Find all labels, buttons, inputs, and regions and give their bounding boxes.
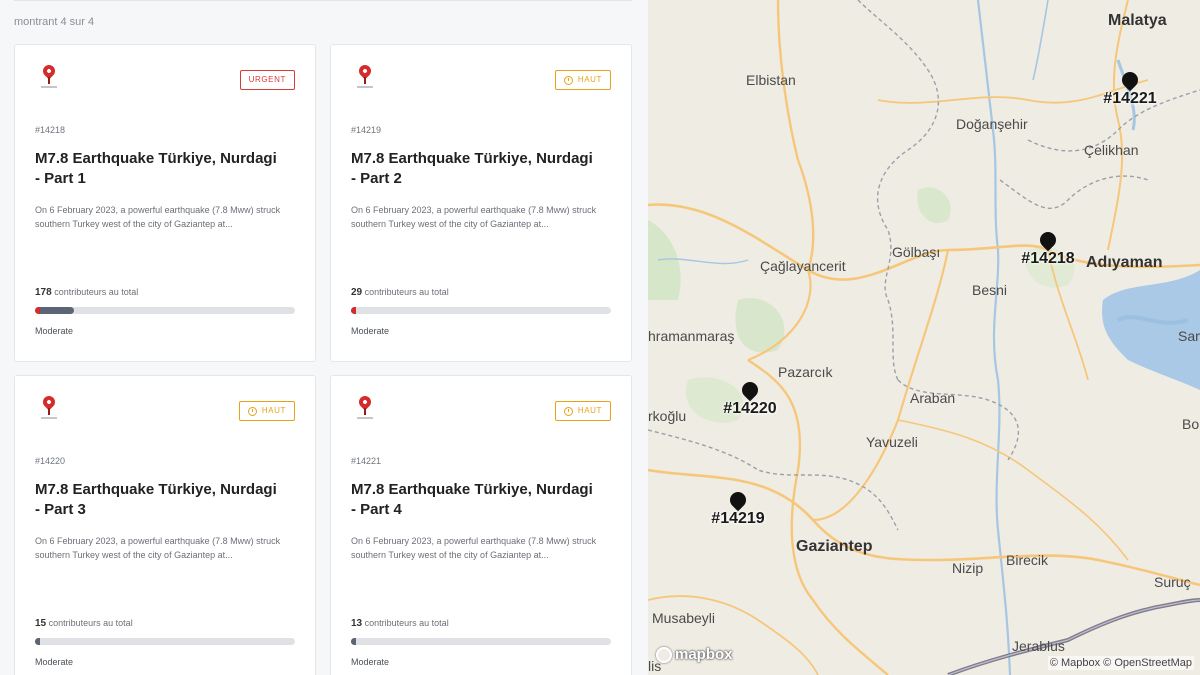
project-description: On 6 February 2023, a powerful earthquak…: [351, 536, 597, 560]
progress-bar: [35, 638, 295, 645]
mapbox-icon: [656, 646, 672, 663]
map-marker[interactable]: #14220: [720, 378, 780, 422]
progress-bar: [35, 307, 295, 314]
place-label: Gaziantep: [796, 538, 873, 555]
map-pin-icon: [738, 378, 762, 402]
progress-fill: [351, 307, 357, 314]
place-label: hramanmaraş: [648, 328, 735, 344]
project-title[interactable]: M7.8 Earthquake Türkiye, Nurdagi - Part …: [35, 149, 285, 189]
divider: [14, 0, 632, 1]
place-label: Jerablus: [1012, 638, 1065, 654]
project-card[interactable]: HAUT #14221 M7.8 Earthquake Türkiye, Nur…: [330, 375, 632, 675]
place-label: Araban: [910, 390, 956, 406]
progress-fill: [35, 638, 41, 645]
clock-icon: [563, 75, 573, 85]
map-pin-icon: [1118, 68, 1142, 92]
place-label: Çağlayancerit: [760, 258, 846, 274]
place-label: Suruç: [1154, 574, 1191, 590]
project-description: On 6 February 2023, a powerful earthquak…: [35, 536, 281, 560]
place-label: Bo: [1182, 416, 1200, 432]
place-label: Gölbaşı: [892, 244, 941, 260]
map-marker[interactable]: #14219: [708, 488, 768, 532]
project-list-panel: montrant 4 sur 4 URGENT #14218 M7.8 Eart…: [0, 0, 648, 675]
difficulty-label: Moderate: [351, 657, 390, 667]
project-card[interactable]: HAUT #14220 M7.8 Earthquake Türkiye, Nur…: [14, 375, 316, 675]
progress-fill: [35, 307, 74, 314]
project-description: On 6 February 2023, a powerful earthquak…: [35, 205, 281, 229]
results-count: montrant 4 sur 4: [14, 16, 95, 28]
organisation-logo: [355, 393, 375, 424]
progress-fill: [351, 638, 357, 645]
project-card[interactable]: URGENT #14218 M7.8 Earthquake Türkiye, N…: [14, 44, 316, 362]
priority-badge: URGENT: [239, 70, 295, 90]
project-id: #14218: [35, 125, 66, 135]
map-view[interactable]: Malatya Elbistan Doğanşehir Çelikhan Göl…: [648, 0, 1200, 675]
organisation-logo: [39, 393, 59, 424]
place-label: Yavuzeli: [866, 434, 918, 450]
place-label: Birecik: [1006, 552, 1049, 568]
map-pin-icon: [1036, 228, 1060, 252]
map-marker[interactable]: #14218: [1018, 228, 1078, 272]
difficulty-label: Moderate: [351, 326, 390, 336]
priority-badge: HAUT: [554, 401, 611, 421]
progress-bar: [351, 307, 611, 314]
organisation-logo: [355, 62, 375, 93]
difficulty-label: Moderate: [35, 326, 74, 336]
difficulty-label: Moderate: [35, 657, 74, 667]
place-label: Pazarcık: [778, 364, 833, 380]
project-card[interactable]: HAUT #14219 M7.8 Earthquake Türkiye, Nur…: [330, 44, 632, 362]
place-label: Çelikhan: [1084, 142, 1139, 158]
project-id: #14219: [351, 125, 382, 135]
map-marker[interactable]: #14221: [1100, 68, 1160, 112]
place-label: Elbistan: [746, 72, 796, 88]
project-title[interactable]: M7.8 Earthquake Türkiye, Nurdagi - Part …: [351, 480, 601, 520]
project-description: On 6 February 2023, a powerful earthquak…: [351, 205, 597, 229]
place-label: rkoğlu: [648, 408, 687, 424]
progress-bar: [351, 638, 611, 645]
project-id: #14220: [35, 456, 66, 466]
contributors-count: 15 contributeurs au total: [35, 618, 133, 629]
place-label: Sam: [1178, 328, 1200, 344]
place-label: Besni: [972, 282, 1008, 298]
place-label: Doğanşehir: [956, 116, 1028, 132]
priority-badge: HAUT: [554, 70, 611, 90]
clock-icon: [247, 406, 257, 416]
project-title[interactable]: M7.8 Earthquake Türkiye, Nurdagi - Part …: [351, 149, 601, 189]
contributors-count: 178 contributeurs au total: [35, 287, 139, 298]
place-label: Malatya: [1108, 12, 1167, 29]
map-attribution[interactable]: © Mapbox © OpenStreetMap: [1047, 656, 1194, 670]
project-title[interactable]: M7.8 Earthquake Türkiye, Nurdagi - Part …: [35, 480, 285, 520]
contributors-count: 13 contributeurs au total: [351, 618, 449, 629]
project-id: #14221: [351, 456, 382, 466]
clock-icon: [563, 406, 573, 416]
priority-badge: HAUT: [238, 401, 295, 421]
place-label: Musabeyli: [652, 610, 716, 626]
place-label: Nizip: [952, 560, 984, 576]
place-label: Adıyaman: [1086, 254, 1163, 271]
mapbox-logo[interactable]: mapbox: [656, 646, 733, 663]
app-root: montrant 4 sur 4 URGENT #14218 M7.8 Eart…: [0, 0, 1200, 675]
contributors-count: 29 contributeurs au total: [351, 287, 449, 298]
map-pin-icon: [726, 488, 750, 512]
organisation-logo: [39, 62, 59, 93]
